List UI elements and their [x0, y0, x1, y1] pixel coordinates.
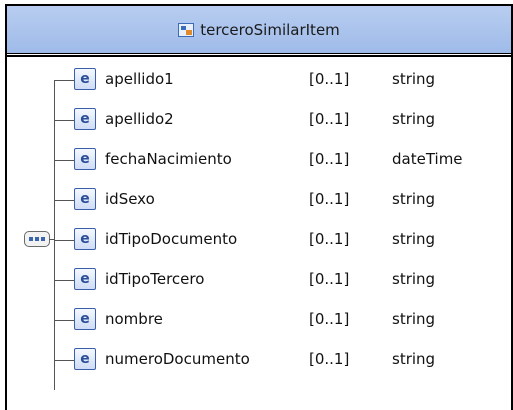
- element-type: string: [392, 230, 436, 248]
- element-name: fechaNacimiento: [105, 150, 232, 168]
- element-icon: e: [74, 148, 96, 170]
- tree-branch-line: [54, 120, 74, 121]
- tree-branch-line: [54, 160, 74, 161]
- element-icon: e: [74, 348, 96, 370]
- element-icon: e: [74, 228, 96, 250]
- element-name: idSexo: [105, 190, 155, 208]
- element-type: dateTime: [392, 150, 463, 168]
- tree-branch-line: [54, 360, 74, 361]
- element-type: string: [392, 270, 436, 288]
- element-type: string: [392, 310, 436, 328]
- element-cardinality: [0..1]: [309, 350, 350, 368]
- element-cardinality: [0..1]: [309, 110, 350, 128]
- element-cardinality: [0..1]: [309, 150, 350, 168]
- type-header[interactable]: terceroSimilarItem: [7, 6, 511, 54]
- element-cardinality: [0..1]: [309, 230, 350, 248]
- element-icon: e: [74, 268, 96, 290]
- element-type: string: [392, 70, 436, 88]
- element-cardinality: [0..1]: [309, 70, 350, 88]
- element-name: apellido2: [105, 110, 174, 128]
- element-type: string: [392, 190, 436, 208]
- element-cardinality: [0..1]: [309, 270, 350, 288]
- element-row[interactable]: e apellido1 [0..1] string: [7, 68, 507, 92]
- element-type: string: [392, 110, 436, 128]
- type-name: terceroSimilarItem: [200, 20, 340, 39]
- element-name: idTipoTercero: [105, 270, 205, 288]
- tree-branch-line: [54, 80, 74, 81]
- element-name: numeroDocumento: [105, 350, 250, 368]
- element-type: string: [392, 350, 436, 368]
- element-row[interactable]: e idSexo [0..1] string: [7, 188, 507, 212]
- element-row[interactable]: e nombre [0..1] string: [7, 308, 507, 332]
- complex-type-box: terceroSimilarItem e apellido1 [0..1] strin…: [5, 4, 513, 410]
- element-icon: e: [74, 188, 96, 210]
- element-icon: e: [74, 308, 96, 330]
- tree-branch-line: [54, 280, 74, 281]
- element-cardinality: [0..1]: [309, 190, 350, 208]
- element-icon: e: [74, 68, 96, 90]
- tree-branch-line: [54, 200, 74, 201]
- element-name: idTipoDocumento: [105, 230, 238, 248]
- element-row[interactable]: e idTipoDocumento [0..1] string: [7, 228, 507, 252]
- element-name: nombre: [105, 310, 163, 328]
- element-name: apellido1: [105, 70, 174, 88]
- header-divider: [7, 55, 511, 57]
- tree-branch-line: [54, 240, 74, 241]
- element-row[interactable]: e apellido2 [0..1] string: [7, 108, 507, 132]
- tree-branch-line: [54, 320, 74, 321]
- complex-type-icon: [178, 22, 195, 37]
- element-cardinality: [0..1]: [309, 310, 350, 328]
- element-row[interactable]: e numeroDocumento [0..1] string: [7, 348, 507, 372]
- element-row[interactable]: e fechaNacimiento [0..1] dateTime: [7, 148, 507, 172]
- element-row[interactable]: e idTipoTercero [0..1] string: [7, 268, 507, 292]
- element-icon: e: [74, 108, 96, 130]
